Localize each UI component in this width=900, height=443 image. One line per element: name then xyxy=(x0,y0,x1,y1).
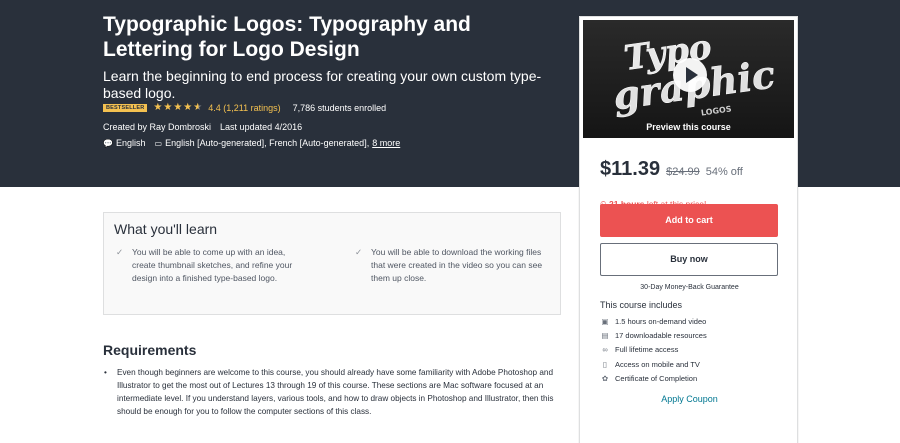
certificate-icon: ✿ xyxy=(601,373,609,383)
buy-now-button[interactable]: Buy now xyxy=(600,243,778,276)
list-item: ▤ 17 downloadable resources xyxy=(600,328,707,342)
include-label: Certificate of Completion xyxy=(615,373,698,383)
speech-bubble-icon: 💬 xyxy=(103,138,113,148)
purchase-card: Typo graphic LOGOS Preview this course $… xyxy=(579,16,798,443)
list-item: ▣ 1.5 hours on-demand video xyxy=(600,314,707,328)
rating-stars: ★ ★ ★ ★ ★ xyxy=(153,103,203,113)
list-item: ✿ Certificate of Completion xyxy=(600,371,707,385)
star-icon: ★ xyxy=(153,102,163,113)
learn-title: What you'll learn xyxy=(114,221,218,237)
what-youll-learn-box: What you'll learn ✓ You will be able to … xyxy=(103,212,561,315)
video-icon: ▣ xyxy=(601,316,609,326)
apply-coupon-link[interactable]: Apply Coupon xyxy=(580,394,799,404)
check-icon: ✓ xyxy=(355,247,363,257)
learn-item: ✓ You will be able to download the worki… xyxy=(355,246,545,285)
price-row: $11.39 $24.99 54% off xyxy=(600,158,743,181)
mobile-icon: ▯ xyxy=(602,359,608,369)
money-back-guarantee: 30-Day Money-Back Guarantee xyxy=(640,284,739,291)
learn-item-text: You will be able to come up with an idea… xyxy=(132,247,293,283)
discount-percent: 54% off xyxy=(705,166,743,178)
star-icon: ★ xyxy=(173,102,183,113)
star-icon: ★ xyxy=(183,102,193,113)
caption-languages: English [Auto-generated], French [Auto-g… xyxy=(165,138,370,148)
language-row: 💬 English ▭ English [Auto-generated], Fr… xyxy=(103,138,400,148)
requirement-item: • Even though beginners are welcome to t… xyxy=(104,366,560,418)
rating-text[interactable]: 4.4 (1,211 ratings) xyxy=(208,103,280,113)
created-by[interactable]: Created by Ray Dombroski xyxy=(103,122,211,132)
learn-item: ✓ You will be able to come up with an id… xyxy=(116,246,306,285)
list-item: ▯ Access on mobile and TV xyxy=(600,357,707,371)
bullet-icon: • xyxy=(104,368,107,377)
course-language: English xyxy=(115,138,146,148)
file-icon: ▤ xyxy=(601,330,609,340)
requirement-text: Even though beginners are welcome to thi… xyxy=(117,368,554,416)
course-subtitle: Learn the beginning to end process for c… xyxy=(103,68,542,101)
preview-label[interactable]: Preview this course xyxy=(583,122,794,132)
preview-logo-line-3: LOGOS xyxy=(700,104,732,117)
bestseller-badge: BESTSELLER xyxy=(103,104,148,112)
captions-icon: ▭ xyxy=(154,138,163,148)
original-price: $24.99 xyxy=(666,166,700,178)
infinity-icon: ∞ xyxy=(602,345,608,355)
current-price: $11.39 xyxy=(600,158,661,180)
last-updated: Last updated 4/2016 xyxy=(220,122,303,132)
author-row: Created by Ray Dombroski Last updated 4/… xyxy=(103,122,302,132)
learn-item-text: You will be able to download the working… xyxy=(371,247,543,283)
includes-title: This course includes xyxy=(600,300,683,310)
check-icon: ✓ xyxy=(116,247,124,257)
add-to-cart-button[interactable]: Add to cart xyxy=(600,204,778,237)
play-icon[interactable] xyxy=(673,58,707,92)
requirements-title: Requirements xyxy=(103,342,197,358)
star-half-icon: ★ xyxy=(193,102,203,113)
include-label: Full lifetime access xyxy=(615,345,679,355)
course-title: Typographic Logos: Typography and Letter… xyxy=(103,13,471,61)
rating-row: BESTSELLER ★ ★ ★ ★ ★ 4.4 (1,211 ratings)… xyxy=(103,103,386,113)
course-preview-video[interactable]: Typo graphic LOGOS Preview this course xyxy=(583,20,794,138)
include-label: 1.5 hours on-demand video xyxy=(615,316,707,326)
include-label: 17 downloadable resources xyxy=(615,330,707,340)
students-enrolled: 7,786 students enrolled xyxy=(292,103,387,113)
star-icon: ★ xyxy=(163,102,173,113)
include-label: Access on mobile and TV xyxy=(615,359,700,369)
includes-list: ▣ 1.5 hours on-demand video ▤ 17 downloada… xyxy=(600,314,707,385)
more-languages-link[interactable]: 8 more xyxy=(372,138,400,148)
list-item: ∞ Full lifetime access xyxy=(600,343,707,357)
